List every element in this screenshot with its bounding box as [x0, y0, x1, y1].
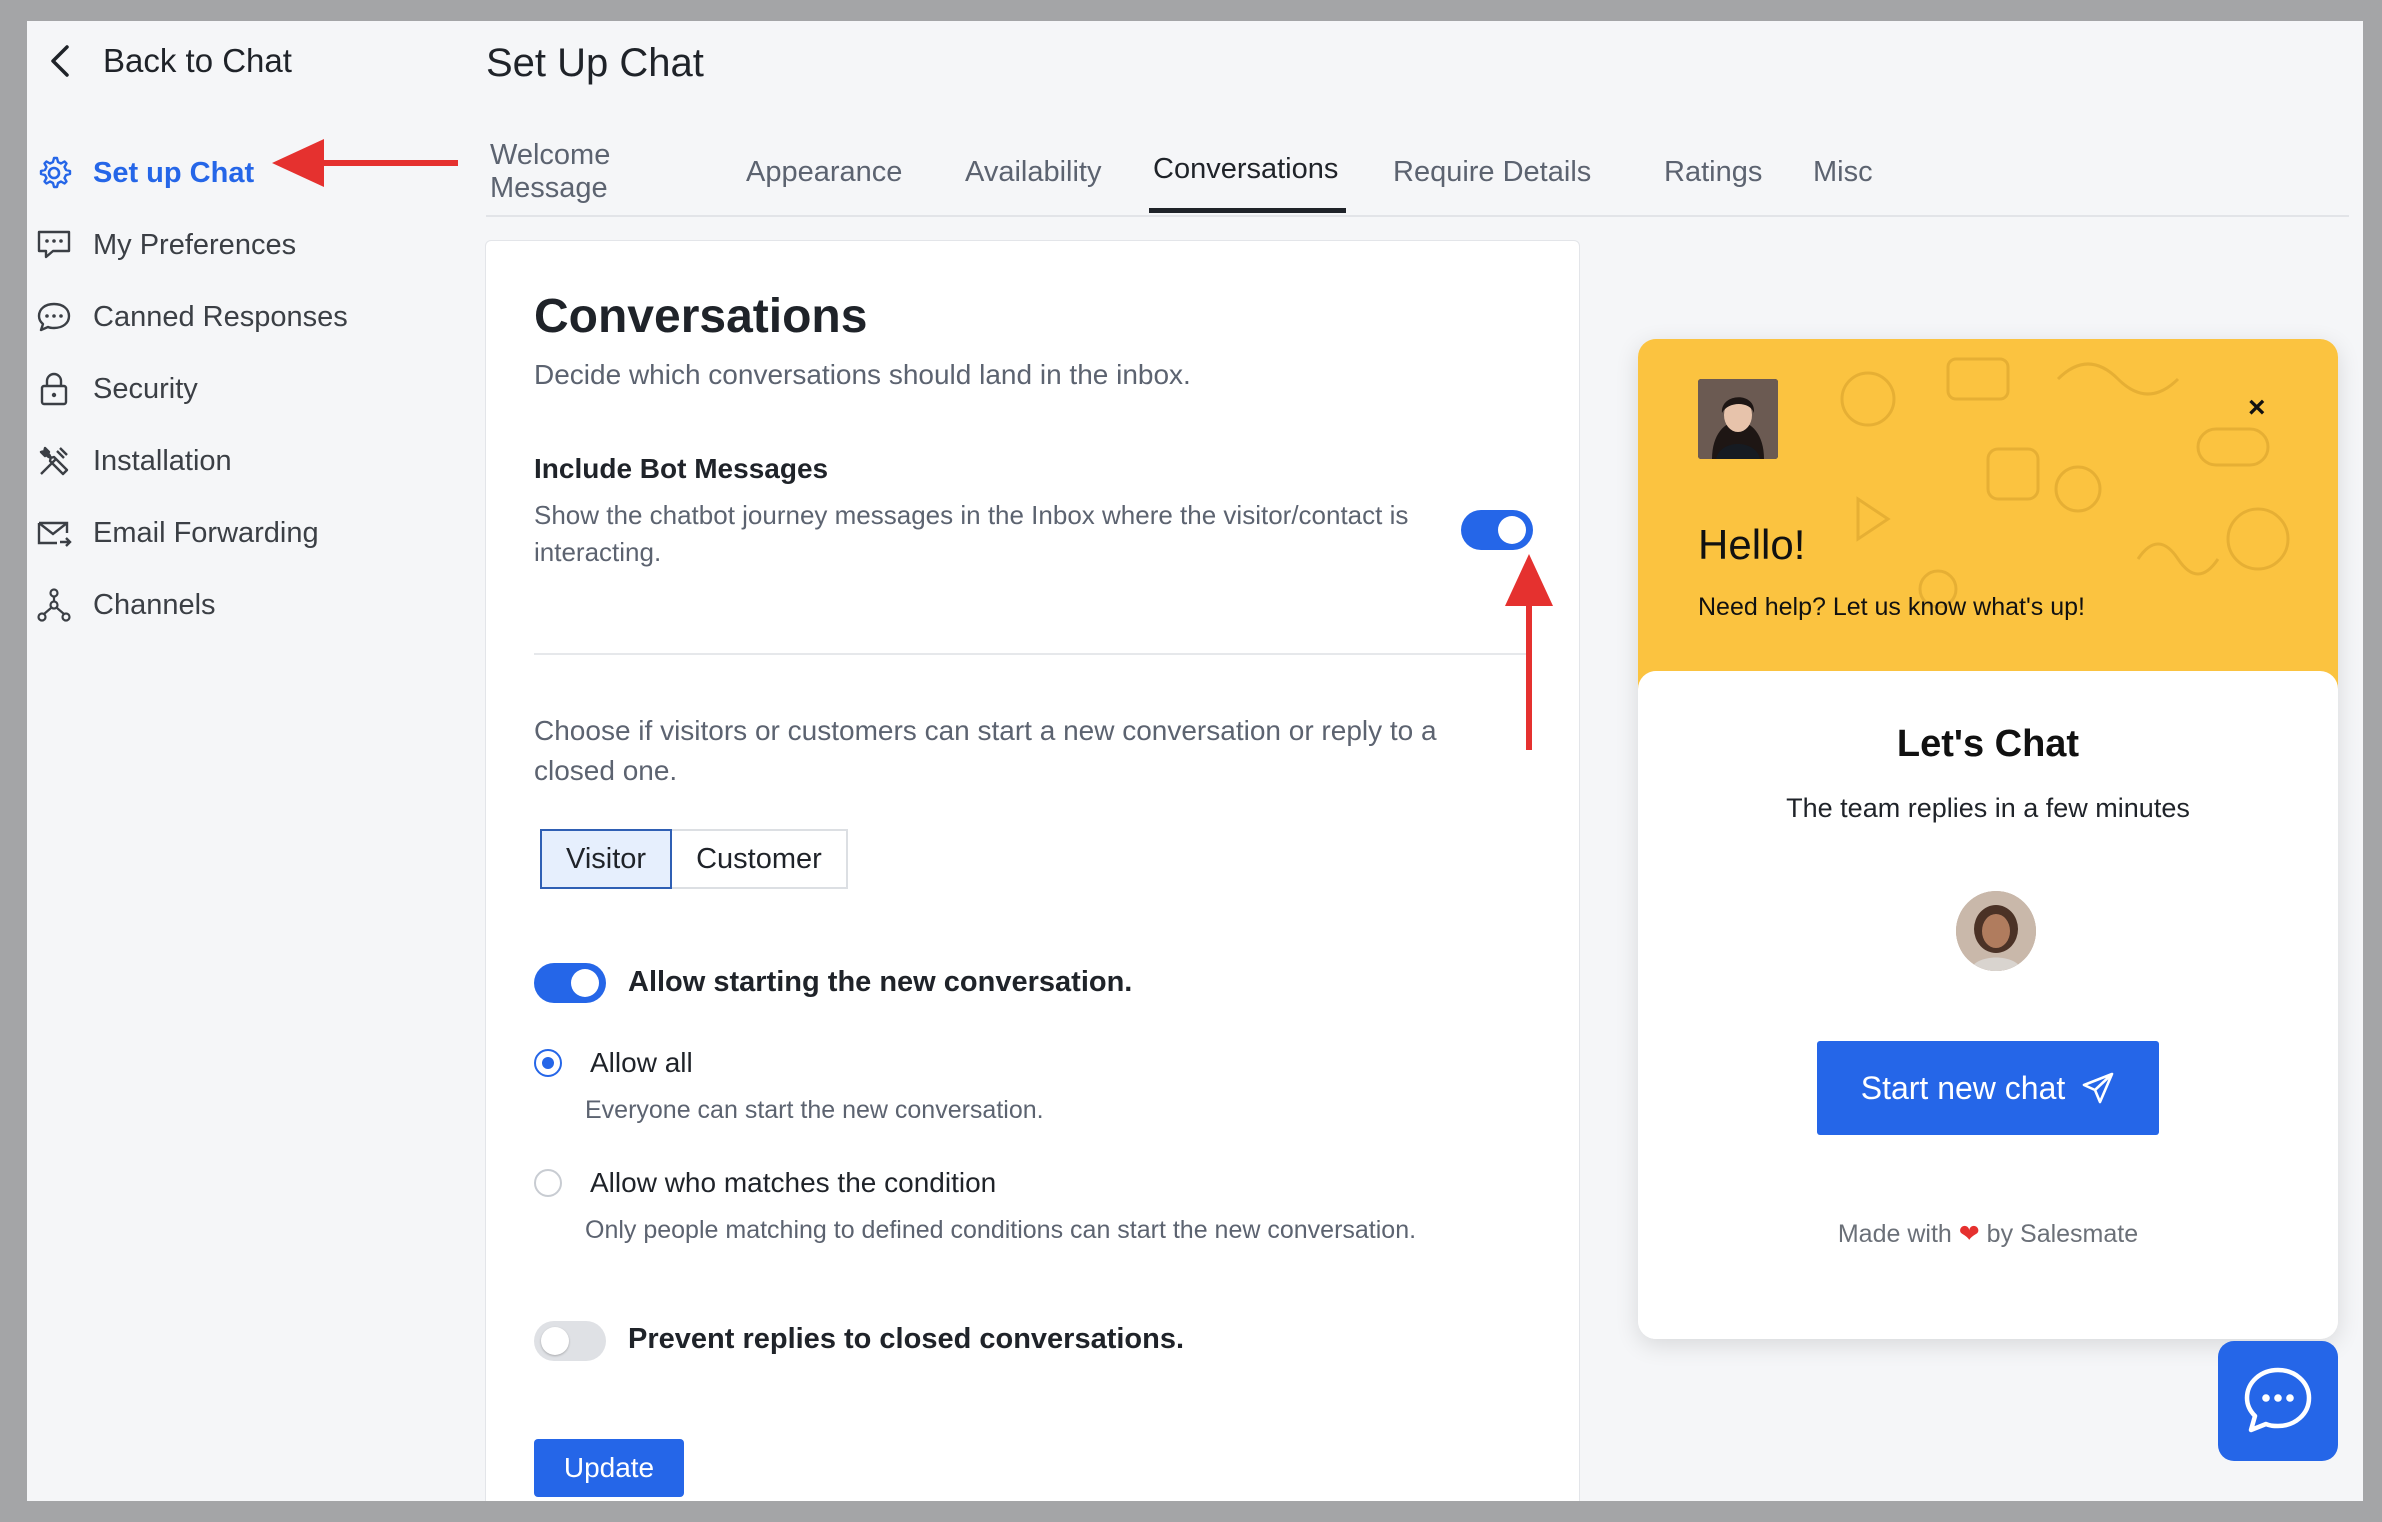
page-title: Set Up Chat: [486, 41, 704, 85]
made-with-footer: Made with ❤ by Salesmate: [1638, 1219, 2338, 1249]
lets-chat-title: Let's Chat: [1896, 723, 2080, 765]
chat-launcher-button[interactable]: [2218, 1341, 2338, 1461]
app-window: Back to Chat Set up Chat My Preferences …: [27, 21, 2363, 1501]
send-icon: [2082, 1072, 2114, 1104]
tools-icon: [35, 442, 73, 480]
widget-header: × Hello! Need help? Let us know what's u…: [1638, 339, 2338, 699]
widget-help-text: Need help? Let us know what's up!: [1698, 593, 2085, 621]
allow-condition-description: Only people matching to defined conditio…: [585, 1216, 1417, 1244]
lock-icon: [35, 370, 73, 408]
tab-misc[interactable]: Misc: [1764, 131, 1884, 213]
choose-description: Choose if visitors or customers can star…: [534, 715, 1437, 786]
team-reply-time: The team replies in a few minutes: [1786, 793, 2190, 823]
sidebar-item-label: Channels: [93, 588, 216, 621]
sidebar-item-label: Security: [93, 372, 198, 405]
sidebar-item-label: Installation: [93, 444, 232, 477]
bot-messages-title: Include Bot Messages: [534, 453, 829, 484]
sidebar-item-canned-responses[interactable]: Canned Responses: [35, 281, 455, 353]
tab-bar: Welcome Message Appearance Availability …: [486, 131, 2349, 217]
speech-bubble-icon: [35, 298, 73, 336]
allow-condition-title: Allow who matches the condition: [590, 1167, 997, 1198]
sidebar-item-security[interactable]: Security: [35, 353, 455, 425]
widget-greeting: Hello!: [1698, 521, 1806, 568]
tab-ratings[interactable]: Ratings: [1609, 131, 1764, 213]
update-button[interactable]: Update: [534, 1439, 684, 1497]
conversations-card: Conversations Decide which conversations…: [485, 240, 1580, 1501]
email-forward-icon: [35, 514, 73, 552]
allow-all-description: Everyone can start the new conversation.: [585, 1096, 1044, 1124]
back-label: Back to Chat: [103, 42, 292, 79]
bot-messages-description: Show the chatbot journey messages in the…: [534, 500, 1409, 567]
start-new-chat-label: Start new chat: [1860, 1069, 2066, 1106]
tab-appearance[interactable]: Appearance: [716, 131, 935, 213]
agent-photo: [1698, 379, 1778, 459]
annotation-arrow-left: [272, 139, 458, 187]
allow-all-radio[interactable]: [534, 1049, 562, 1077]
sidebar-item-label: Set up Chat: [93, 156, 255, 189]
by-salesmate-text: by Salesmate: [1986, 1220, 2139, 1248]
chat-bubble-icon: [2244, 1367, 2312, 1433]
gear-icon: [35, 154, 73, 192]
tab-availability[interactable]: Availability: [935, 131, 1134, 213]
back-to-chat-link[interactable]: Back to Chat: [47, 41, 292, 81]
include-bot-messages-toggle[interactable]: [1461, 510, 1533, 550]
sidebar-item-email-forwarding[interactable]: Email Forwarding: [35, 497, 455, 569]
sidebar-item-label: Email Forwarding: [93, 516, 319, 549]
sidebar-item-label: Canned Responses: [93, 300, 348, 333]
sidebar-item-channels[interactable]: Channels: [35, 569, 455, 641]
tab-welcome-message[interactable]: Welcome Message: [486, 131, 716, 213]
section-subtitle: Decide which conversations should land i…: [534, 359, 1191, 390]
divider: [534, 653, 1530, 655]
heart-icon: ❤: [1958, 1220, 1980, 1248]
segment-visitor[interactable]: Visitor: [540, 829, 673, 889]
allow-new-conversation-toggle[interactable]: [534, 963, 606, 1003]
segment-customer[interactable]: Customer: [672, 829, 848, 889]
tab-conversations[interactable]: Conversations: [1149, 131, 1346, 213]
sidebar-item-installation[interactable]: Installation: [35, 425, 455, 497]
prevent-replies-label: Prevent replies to closed conversations.: [628, 1323, 1185, 1355]
tab-require-details[interactable]: Require Details: [1346, 131, 1609, 213]
sidebar-item-my-preferences[interactable]: My Preferences: [35, 209, 455, 281]
start-new-chat-button[interactable]: Start new chat: [1817, 1041, 2159, 1135]
allow-all-title: Allow all: [590, 1047, 693, 1078]
annotation-arrow-up: [1505, 554, 1553, 750]
chat-widget-preview: × Hello! Need help? Let us know what's u…: [1638, 339, 2338, 1339]
audience-segmented-control: Visitor Customer: [540, 829, 848, 889]
section-title: Conversations: [534, 290, 868, 343]
prevent-replies-toggle[interactable]: [534, 1321, 606, 1361]
made-with-text: Made with: [1837, 1220, 1952, 1248]
chevron-left-icon: [51, 45, 69, 77]
close-icon[interactable]: ×: [2248, 391, 2266, 425]
sidebar-item-label: My Preferences: [93, 228, 297, 261]
widget-body: Let's Chat The team replies in a few min…: [1638, 671, 2338, 1339]
allow-new-conversation-label: Allow starting the new conversation.: [628, 966, 1133, 998]
preferences-chat-icon: [35, 226, 73, 264]
sidebar: Set up Chat My Preferences Canned Respon…: [35, 137, 455, 641]
agent-avatar: [1956, 891, 2036, 971]
allow-condition-radio[interactable]: [534, 1169, 562, 1197]
hierarchy-icon: [35, 586, 73, 624]
